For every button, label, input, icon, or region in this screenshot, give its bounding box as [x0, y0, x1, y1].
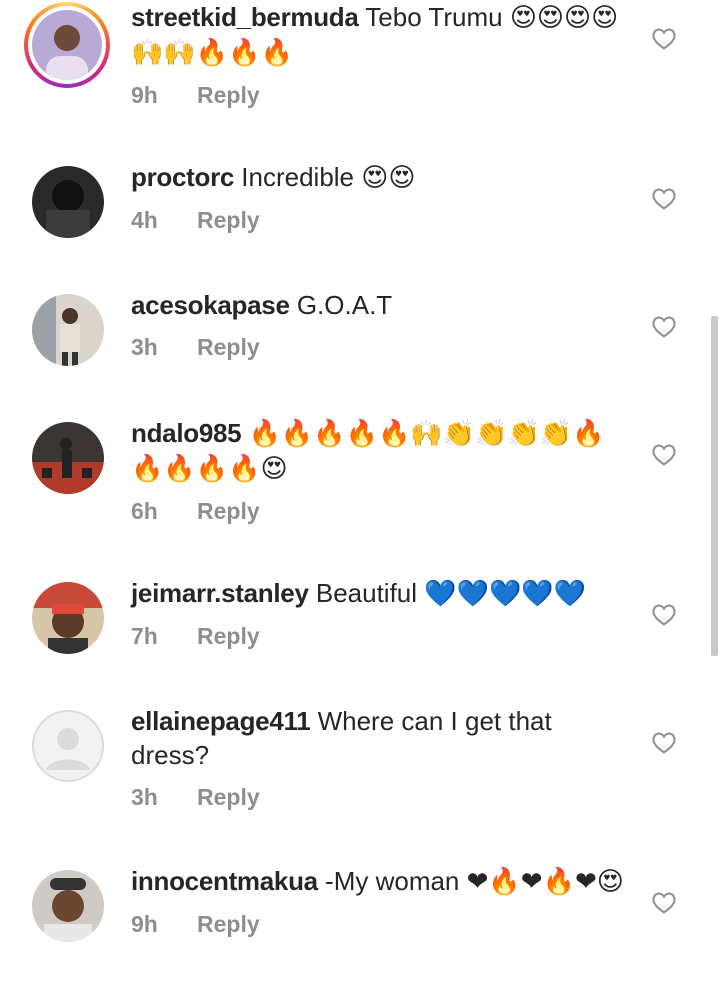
heart-outline-icon[interactable] — [652, 28, 676, 50]
reply-button[interactable]: Reply — [197, 82, 260, 109]
reply-button[interactable]: Reply — [197, 334, 260, 361]
comment-username[interactable]: acesokapase — [131, 290, 290, 320]
heart-outline-icon[interactable] — [652, 604, 676, 626]
comment-time: 3h — [131, 784, 158, 810]
comment-emoji: 😍😍 — [361, 163, 416, 193]
heart-outline-icon[interactable] — [652, 732, 676, 754]
comment-meta: 9h Reply — [131, 82, 631, 109]
comment-text: streetkid_bermuda Tebo Trumu 😍😍😍😍🙌🙌🔥🔥🔥 — [131, 0, 631, 70]
user-avatar[interactable] — [32, 166, 104, 238]
user-avatar[interactable] — [32, 870, 104, 942]
comment-time: 9h — [131, 82, 158, 108]
comment-body: Incredible — [234, 162, 362, 192]
reply-button[interactable]: Reply — [197, 911, 260, 938]
reply-button[interactable]: Reply — [197, 207, 260, 234]
user-avatar[interactable] — [32, 422, 104, 494]
user-avatar[interactable] — [32, 294, 104, 366]
comment-text: innocentmakua -My woman ❤🔥❤🔥❤😍 — [131, 864, 631, 899]
comment-time: 4h — [131, 207, 158, 233]
heart-outline-icon[interactable] — [652, 892, 676, 914]
comment-text: acesokapase G.O.A.T — [131, 288, 631, 322]
scrollbar[interactable] — [711, 316, 718, 656]
comment-meta: 9h Reply — [131, 911, 631, 938]
comment-username[interactable]: proctorc — [131, 162, 234, 192]
comment-body: G.O.A.T — [289, 290, 393, 320]
comment-time: 7h — [131, 623, 158, 649]
comment-text: ellainepage411 Where can I get that dres… — [131, 704, 631, 772]
reply-button[interactable]: Reply — [197, 498, 260, 525]
comment-body: Beautiful — [308, 578, 425, 608]
comment-username[interactable]: ndalo985 — [131, 418, 242, 448]
comment-time: 9h — [131, 911, 158, 937]
heart-outline-icon[interactable] — [652, 444, 676, 466]
comment-meta: 7h Reply — [131, 623, 631, 650]
comment-username[interactable]: ellainepage411 — [131, 706, 311, 736]
comment-emoji: ❤🔥❤🔥❤😍 — [466, 867, 624, 897]
comment-text: jeimarr.stanley Beautiful 💙💙💙💙💙 — [131, 576, 631, 611]
reply-button[interactable]: Reply — [197, 784, 260, 811]
comment-body: -My woman — [317, 866, 467, 896]
comment-time: 6h — [131, 498, 158, 524]
comment-username[interactable]: innocentmakua — [131, 866, 318, 896]
comment-text: ndalo985 🔥🔥🔥🔥🔥🙌👏👏👏👏🔥🔥🔥🔥🔥😍 — [131, 416, 631, 486]
user-avatar[interactable] — [32, 582, 104, 654]
comment-username[interactable]: jeimarr.stanley — [131, 578, 309, 608]
comment-meta: 4h Reply — [131, 207, 631, 234]
user-avatar[interactable] — [32, 710, 104, 782]
comment-time: 3h — [131, 334, 158, 360]
comment-body: Tebo Trumu — [358, 2, 510, 32]
heart-outline-icon[interactable] — [652, 316, 676, 338]
comment-emoji: 💙💙💙💙💙 — [424, 579, 587, 609]
user-avatar[interactable] — [24, 2, 110, 88]
comment-text: proctorc Incredible 😍😍 — [131, 160, 631, 195]
comment-username[interactable]: streetkid_bermuda — [131, 2, 359, 32]
comment-body — [241, 418, 248, 448]
heart-outline-icon[interactable] — [652, 188, 676, 210]
reply-button[interactable]: Reply — [197, 623, 260, 650]
comment-meta: 3h Reply — [131, 334, 631, 361]
comment-meta: 6h Reply — [131, 498, 631, 525]
comment-meta: 3h Reply — [131, 784, 631, 811]
